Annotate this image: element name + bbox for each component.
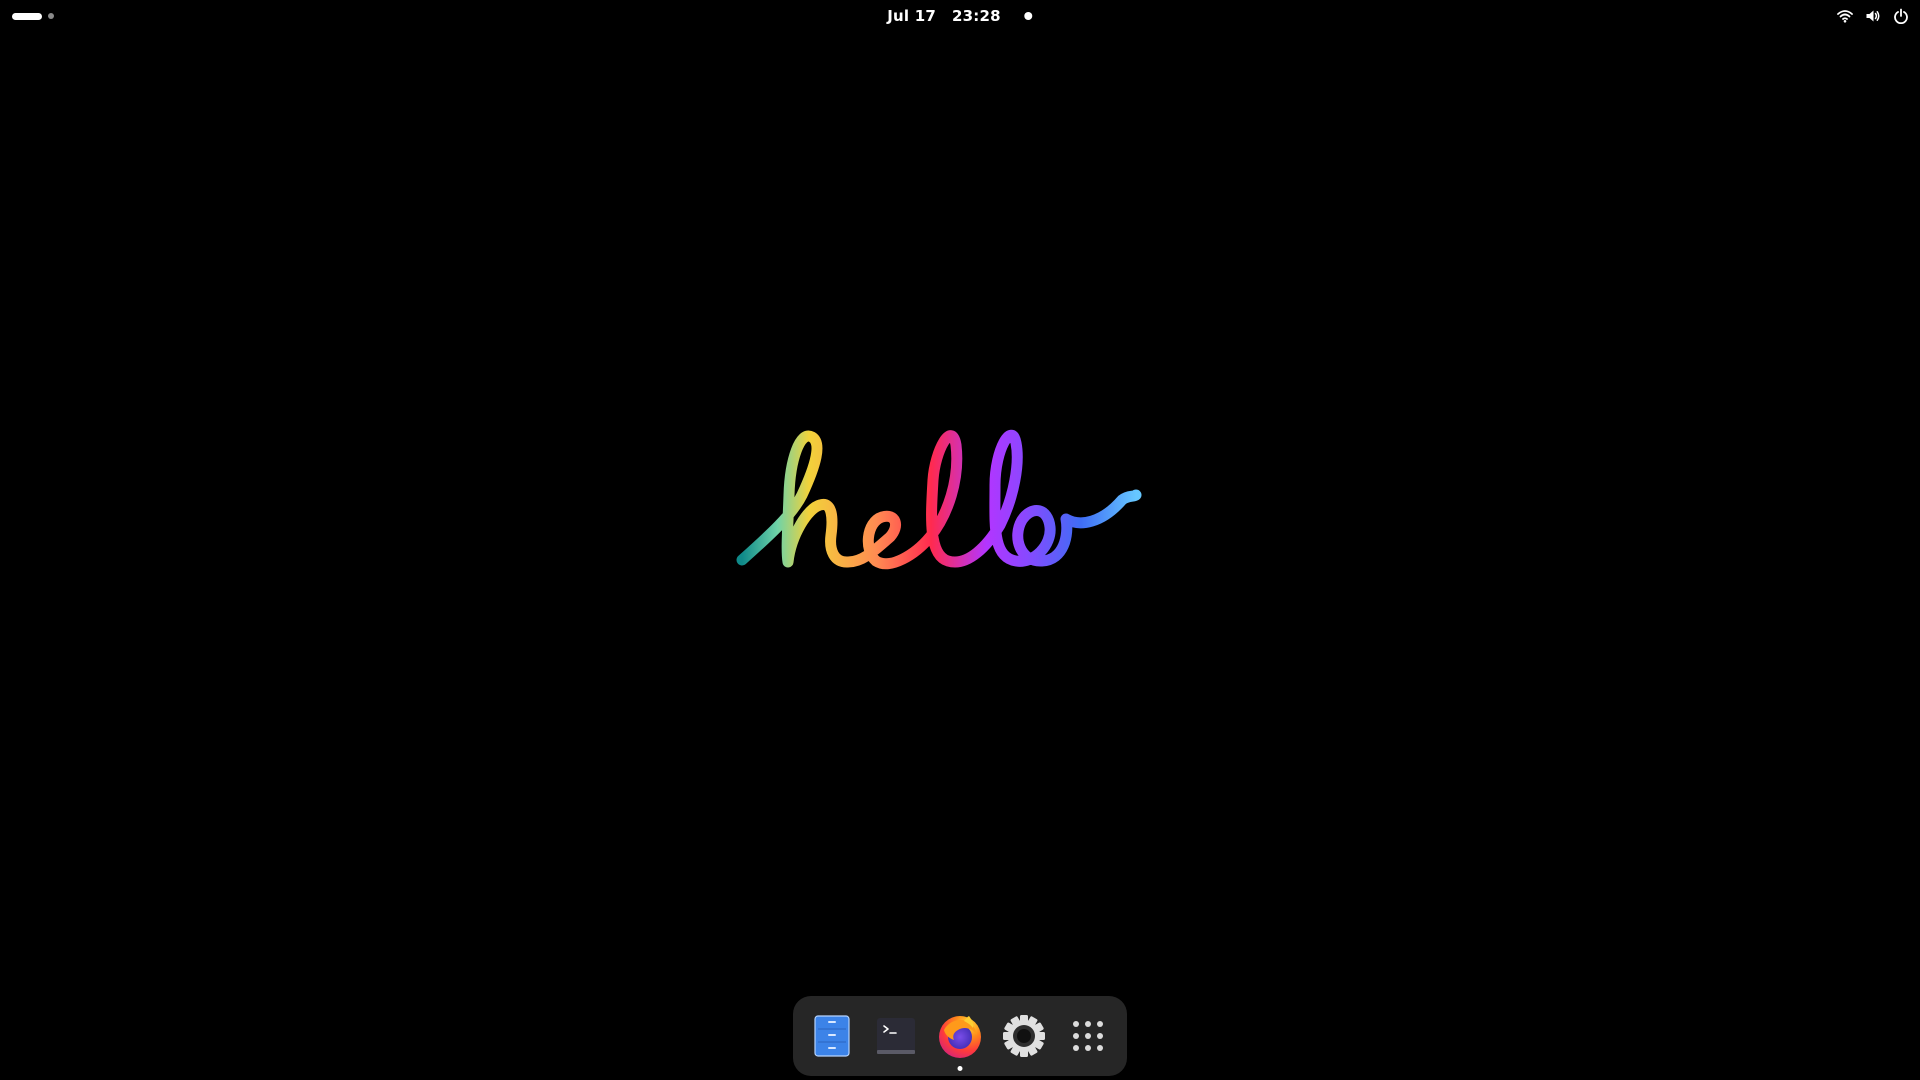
dock-item-firefox[interactable] <box>935 1011 985 1071</box>
notification-dot-icon <box>1024 12 1033 20</box>
firefox-icon <box>939 1016 981 1058</box>
desktop: Jul 17 23:28 <box>0 0 1920 1080</box>
file-cabinet-icon <box>814 1015 850 1057</box>
wifi-icon <box>1836 7 1854 25</box>
dock-item-files[interactable] <box>807 1011 857 1061</box>
gear-icon <box>1003 1015 1045 1057</box>
dock-item-show-applications[interactable] <box>1063 1011 1113 1061</box>
dock <box>793 996 1127 1076</box>
dock-item-settings[interactable] <box>999 1011 1049 1061</box>
top-bar: Jul 17 23:28 <box>0 0 1920 32</box>
date-time-menu[interactable]: Jul 17 23:28 <box>887 0 1033 32</box>
workspace-indicator-active <box>12 12 42 20</box>
time-label: 23:28 <box>951 7 1001 25</box>
system-tray-menu[interactable] <box>1836 0 1910 32</box>
date-label: Jul 17 <box>887 7 936 25</box>
activities-button[interactable] <box>12 8 54 24</box>
volume-icon <box>1864 7 1882 25</box>
terminal-icon <box>877 1018 915 1054</box>
workspace-indicator-inactive <box>48 13 54 19</box>
power-icon <box>1892 7 1910 25</box>
app-grid-icon <box>1073 1021 1103 1051</box>
hello-wallpaper-logo <box>736 429 1142 570</box>
dock-item-terminal[interactable] <box>871 1011 921 1061</box>
running-indicator-dot <box>957 1066 963 1071</box>
